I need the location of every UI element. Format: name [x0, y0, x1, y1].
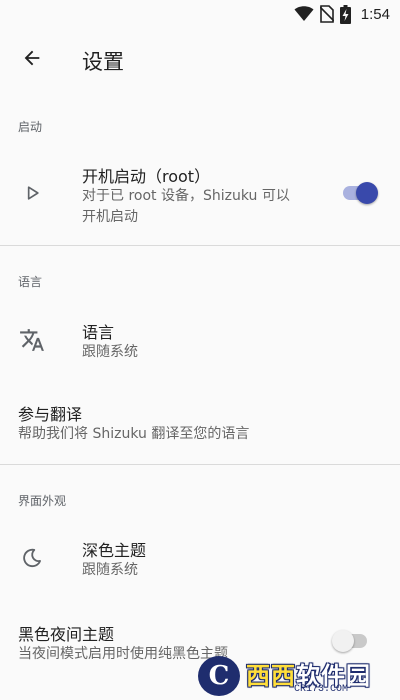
watermark-domain: CR173.COM: [294, 684, 349, 695]
watermark-logo: C 西西软件园 CR173.COM: [198, 654, 394, 698]
play-arrow-icon: [18, 179, 46, 207]
watermark-brand-prefix: 西西: [246, 662, 296, 690]
boot-title: 开机启动（root）: [82, 167, 211, 186]
translate-title: 参与翻译: [18, 405, 83, 424]
battery-charging-icon: [339, 4, 351, 24]
section-header-startup: 启动: [18, 120, 43, 134]
translate-summary: 帮助我们将 Shizuku 翻译至您的语言: [18, 426, 250, 442]
settings-item-dark-theme[interactable]: 深色主题 跟随系统: [0, 522, 400, 594]
status-bar: 1:54: [0, 0, 400, 28]
boot-summary-line2: 开机启动: [82, 209, 138, 225]
translate-icon: [18, 326, 46, 354]
status-icons: 1:54: [294, 4, 390, 24]
settings-item-language[interactable]: 语言 跟随系统: [0, 302, 400, 374]
app-bar: 设置: [0, 28, 400, 92]
page-title: 设置: [82, 50, 124, 74]
language-title: 语言: [82, 323, 115, 342]
boot-switch[interactable]: [340, 181, 378, 205]
black-night-summary: 当夜间模式启用时使用纯黑色主题: [18, 646, 228, 662]
arrow-back-icon: [24, 50, 40, 66]
no-sim-icon: [319, 5, 334, 23]
black-night-title: 黑色夜间主题: [18, 625, 115, 644]
black-night-switch[interactable]: [332, 629, 370, 653]
switch-thumb: [356, 182, 378, 204]
back-button[interactable]: [12, 38, 52, 78]
language-summary: 跟随系统: [82, 344, 138, 360]
status-time: 1:54: [360, 5, 390, 23]
section-header-appearance: 界面外观: [18, 494, 67, 508]
divider: [0, 464, 400, 465]
wifi-icon: [294, 6, 314, 21]
divider: [0, 245, 400, 246]
section-header-language: 语言: [18, 275, 43, 289]
boot-summary-line1: 对于已 root 设备，Shizuku 可以: [82, 188, 290, 204]
dark-theme-title: 深色主题: [82, 541, 147, 560]
moon-icon: [18, 544, 46, 572]
dark-theme-summary: 跟随系统: [82, 562, 138, 578]
settings-item-boot[interactable]: 开机启动（root） 对于已 root 设备，Shizuku 可以 开机启动: [0, 150, 400, 236]
switch-thumb: [332, 630, 354, 652]
watermark-logo-mark: C: [198, 656, 240, 696]
settings-item-translate[interactable]: 参与翻译 帮助我们将 Shizuku 翻译至您的语言: [0, 388, 400, 450]
